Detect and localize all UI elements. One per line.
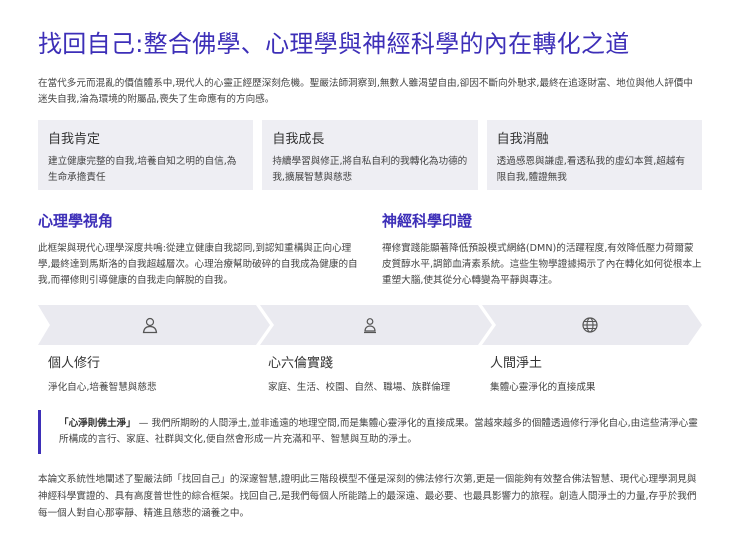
step-desc: 集體心靈淨化的直接成果 xyxy=(490,382,596,393)
psychology-body: 此框架與現代心理學深度共鳴:從建立健康自我認同,到認知重構與正向心理學,最終達到… xyxy=(38,243,358,286)
step-title: 心六倫實踐 xyxy=(268,356,334,371)
step-six-ethics: 心六倫實踐 家庭、生活、校園、自然、職場、族群倫理 xyxy=(268,352,488,393)
card-desc: 持續學習與修正,將自私自利的我轉化為功德的我,擴展智慧與慈悲 xyxy=(272,156,468,183)
card-title: 自我肯定 xyxy=(48,132,101,147)
card-self-dissolution: 自我消融 透過感恩與謙虛,看透私我的虛幻本質,超越有限自我,體證無我 xyxy=(486,120,702,190)
card-self-growth: 自我成長 持續學習與修正,將自私自利的我轉化為功德的我,擴展智慧與慈悲 xyxy=(262,120,478,190)
conclusion-paragraph: 本論文系統性地闡述了聖嚴法師「找回自己」的深邃智慧,證明此三階段模型不僅是深刻的… xyxy=(38,474,697,519)
process-arrow-band xyxy=(38,305,702,345)
card-title: 自我成長 xyxy=(272,132,325,147)
neuroscience-section: 神經科學印證 禪修實踐能顯著降低預設模式網絡(DMN)的活躍程度,有效降低壓力荷… xyxy=(382,210,702,289)
stage-cards: 自我肯定 建立健康完整的自我,培養自知之明的自信,為生命承擔責任 自我成長 持續… xyxy=(38,120,702,190)
quote-emphasis: 「心淨則佛土淨」 xyxy=(59,418,136,429)
globe-icon xyxy=(582,317,598,333)
page-title: 找回自己:整合佛學、心理學與神經科學的內在轉化之道 xyxy=(38,30,630,58)
step-title: 個人修行 xyxy=(48,356,101,371)
card-desc: 透過感恩與謙虛,看透私我的虛幻本質,超越有限自我,體證無我 xyxy=(496,156,686,183)
process-labels: 個人修行 淨化自心,培養智慧與慈悲 心六倫實踐 家庭、生活、校園、自然、職場、族… xyxy=(38,352,702,393)
person-icon xyxy=(142,317,158,334)
step-desc: 淨化自心,培養智慧與慈悲 xyxy=(48,382,157,393)
card-self-affirmation: 自我肯定 建立健康完整的自我,培養自知之明的自信,為生命承擔責任 xyxy=(38,120,254,190)
family-icon xyxy=(364,318,376,334)
blockquote: 「心淨則佛土淨」 — 我們所期盼的人間淨土,並非遙遠的地理空間,而是集體心靈淨化… xyxy=(38,410,702,454)
step-personal-practice: 個人修行 淨化自心,培養智慧與慈悲 xyxy=(48,352,268,393)
card-desc: 建立健康完整的自我,培養自知之明的自信,為生命承擔責任 xyxy=(48,156,237,183)
psychology-section: 心理學視角 此框架與現代心理學深度共鳴:從建立健康自我認同,到認知重構與正向心理… xyxy=(38,210,358,289)
step-pure-land: 人間淨土 集體心靈淨化的直接成果 xyxy=(490,352,710,393)
quote-text: — 我們所期盼的人間淨土,並非遙遠的地理空間,而是集體心靈淨化的直接成果。當越來… xyxy=(59,418,698,445)
neuroscience-body: 禪修實踐能顯著降低預設模式網絡(DMN)的活躍程度,有效降低壓力荷爾蒙皮質醇水平… xyxy=(382,243,702,286)
step-title: 人間淨土 xyxy=(490,356,543,371)
psychology-heading: 心理學視角 xyxy=(38,212,114,230)
card-title: 自我消融 xyxy=(496,132,549,147)
step-desc: 家庭、生活、校園、自然、職場、族群倫理 xyxy=(268,382,451,393)
intro-paragraph: 在當代多元而混亂的價值體系中,現代人的心靈正經歷深刻危機。聖嚴法師洞察到,無數人… xyxy=(38,78,693,105)
neuroscience-heading: 神經科學印證 xyxy=(382,212,473,230)
